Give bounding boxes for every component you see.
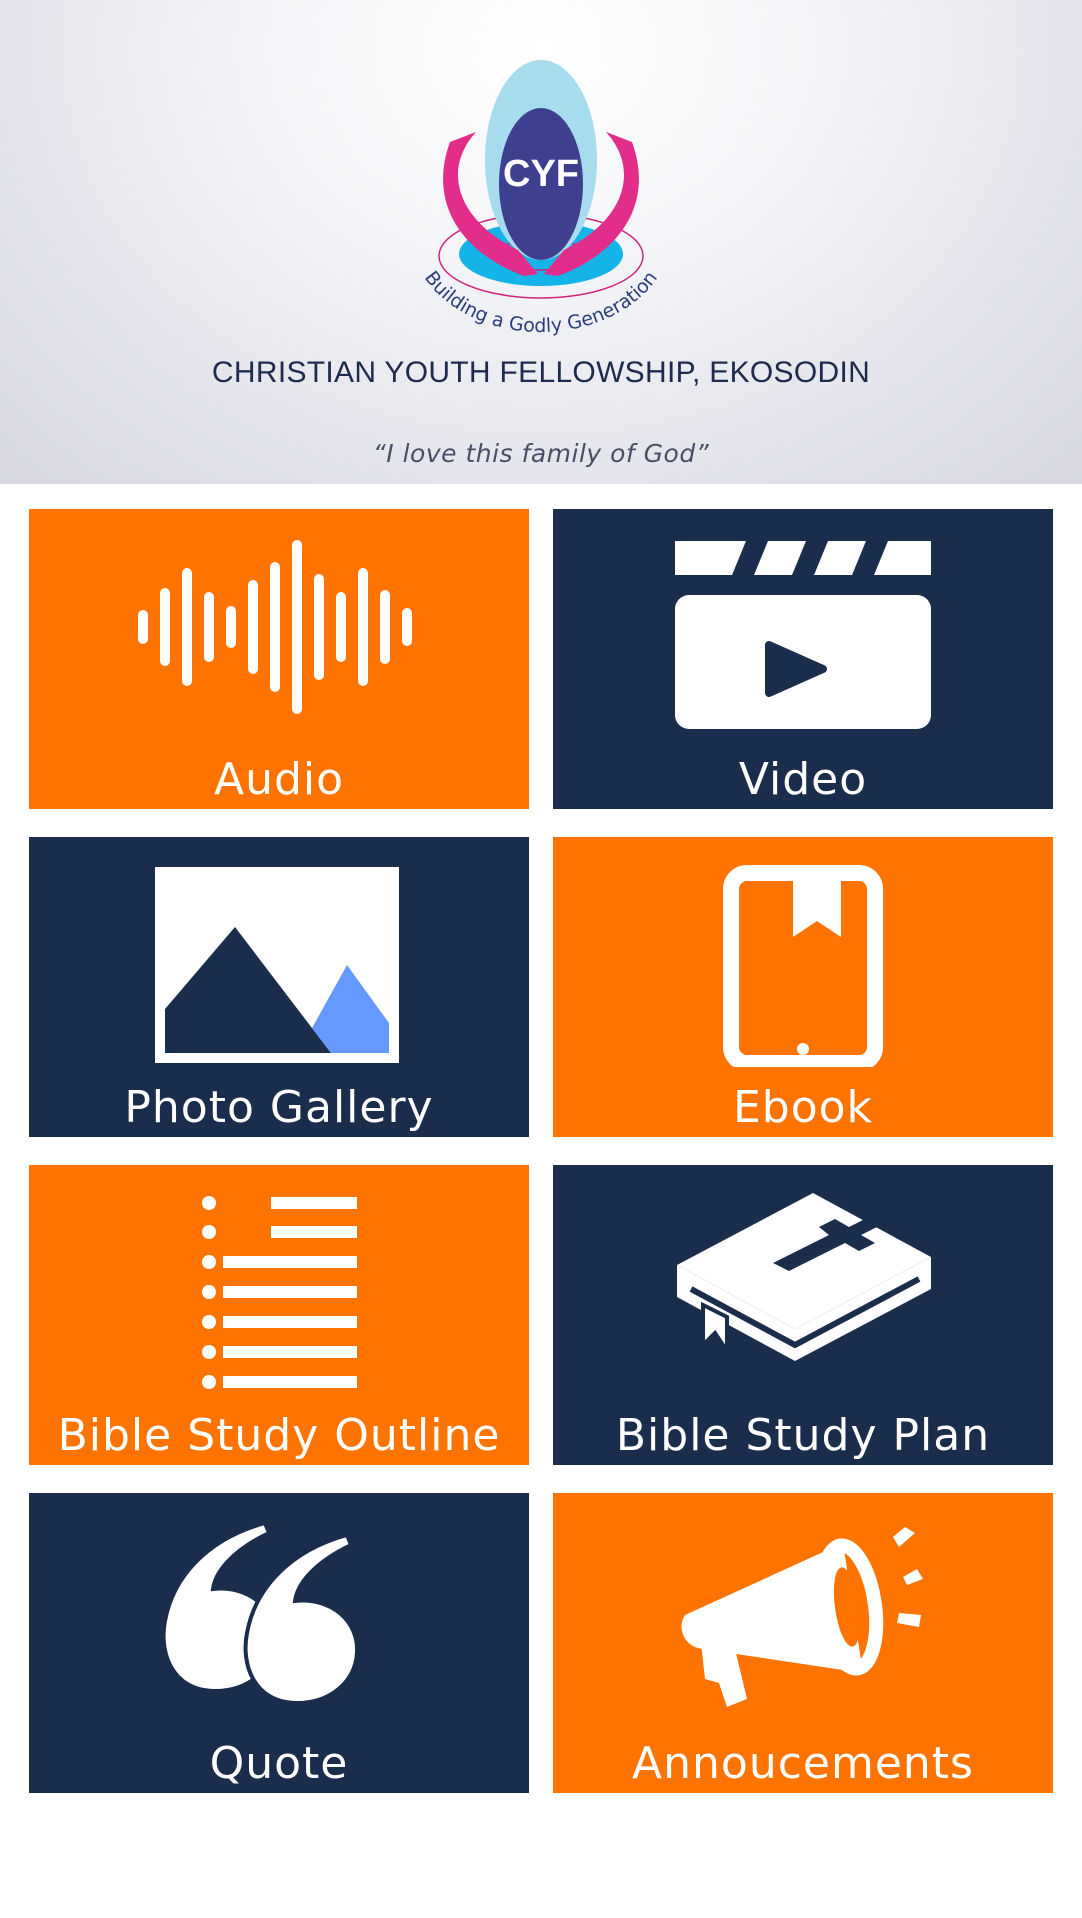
menu-label-photo-gallery: Photo Gallery bbox=[124, 1082, 434, 1133]
menu-tile-audio[interactable]: Audio bbox=[29, 509, 529, 809]
menu-tile-bible-study-plan[interactable]: Bible Study Plan bbox=[553, 1165, 1053, 1465]
bullet-list-icon bbox=[202, 1196, 357, 1389]
sound-wave-icon bbox=[138, 540, 412, 714]
clapperboard-play-icon bbox=[675, 541, 931, 729]
logo-text: CYF bbox=[503, 153, 579, 195]
menu-label-video: Video bbox=[738, 754, 868, 805]
menu-tile-video[interactable]: Video bbox=[553, 509, 1053, 809]
menu-label-quote: Quote bbox=[209, 1738, 349, 1789]
menu-tile-photo-gallery[interactable]: Photo Gallery bbox=[29, 837, 529, 1137]
quote-marks-icon bbox=[161, 1520, 360, 1706]
menu-tile-annoucements[interactable]: Annoucements bbox=[553, 1493, 1053, 1793]
app-header: CYF Building a Godly Generation CHRISTIA… bbox=[0, 0, 1082, 484]
menu-tile-quote[interactable]: Quote bbox=[29, 1493, 529, 1793]
menu-label-annoucements: Annoucements bbox=[632, 1738, 974, 1789]
tablet-bookmark-icon bbox=[723, 865, 883, 1067]
tagline: “I love this family of God” bbox=[372, 439, 710, 468]
menu-tile-ebook[interactable]: Ebook bbox=[553, 837, 1053, 1137]
mountain-image-icon bbox=[155, 867, 399, 1063]
menu-label-ebook: Ebook bbox=[732, 1082, 874, 1133]
cyf-logo: CYF Building a Godly Generation bbox=[420, 60, 662, 337]
menu-label-bible-study-outline: Bible Study Outline bbox=[57, 1410, 501, 1461]
menu-label-bible-study-plan: Bible Study Plan bbox=[615, 1410, 991, 1461]
organization-name: CHRISTIAN YOUTH FELLOWSHIP, EKOSODIN bbox=[211, 356, 871, 389]
megaphone-icon bbox=[681, 1527, 923, 1707]
bible-book-icon bbox=[677, 1193, 931, 1361]
menu-tile-bible-study-outline[interactable]: Bible Study Outline bbox=[29, 1165, 529, 1465]
menu-label-audio: Audio bbox=[213, 754, 345, 805]
